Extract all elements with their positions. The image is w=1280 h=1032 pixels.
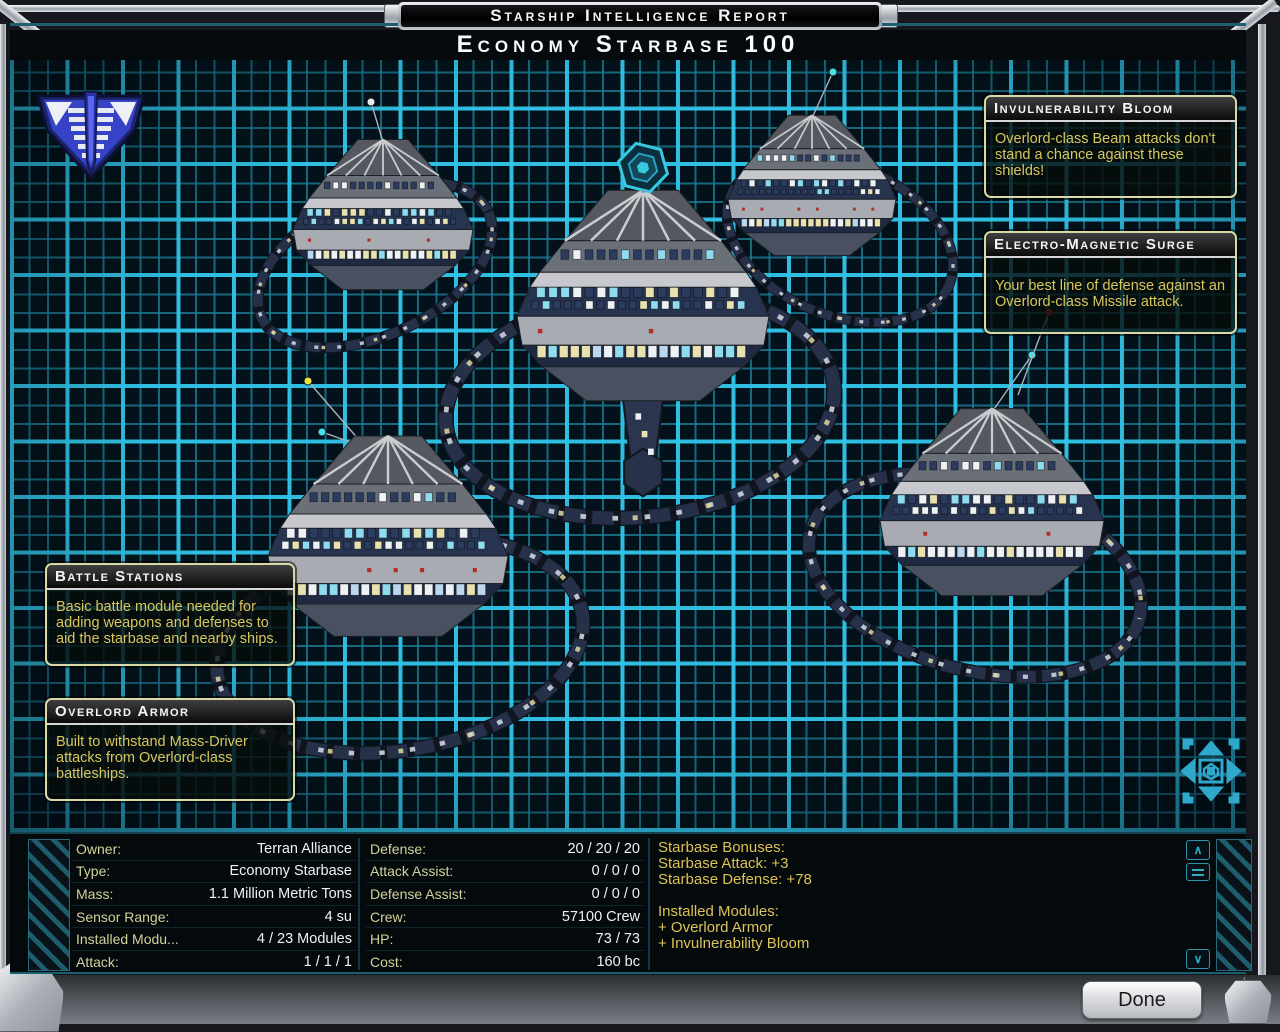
stat-label: Attack:: [76, 954, 119, 970]
stat-row: Type: Economy Starbase: [72, 861, 356, 884]
stat-row: Defense: 20 / 20 / 20: [366, 838, 644, 861]
scroll-down-icon[interactable]: ∨: [1186, 949, 1210, 969]
tooltip-title: Invulnerability Bloom: [994, 100, 1174, 117]
tooltip-title: Electro-Magnetic Surge: [994, 236, 1195, 253]
starbase-compass-icon[interactable]: [1173, 733, 1249, 809]
tooltip-overlord-armor: Overlord Armor Built to withstand Mass-D…: [45, 698, 295, 801]
stats-column-combat: Defense: 20 / 20 / 20 Attack Assist: 0 / 0 …: [366, 838, 644, 973]
stat-row: Cost: 160 bc: [366, 951, 644, 973]
footer-right-knob: [1224, 980, 1272, 1024]
stat-label: Installed Modu...: [76, 931, 179, 947]
stat-row: Sensor Range: 4 su: [72, 906, 356, 929]
tooltip-electro-magnetic-surge: Electro-Magnetic Surge Your best line of…: [984, 231, 1237, 334]
left-chrome-pipe: [0, 24, 6, 990]
stat-value: 1.1 Million Metric Tons: [209, 886, 352, 902]
bonus-line: [658, 888, 1178, 904]
right-chrome-pipe: [1258, 24, 1266, 990]
stat-label: Cost:: [370, 954, 403, 970]
scroll-up-icon[interactable]: ∧: [1186, 840, 1210, 860]
bonus-line: Starbase Defense: +78: [658, 872, 1178, 888]
bonus-line: Starbase Attack: +3: [658, 856, 1178, 872]
stat-value: 0 / 0 / 0: [592, 863, 640, 879]
stat-row: Attack Assist: 0 / 0 / 0: [366, 861, 644, 884]
terran-alliance-shield-icon: [32, 82, 150, 186]
stat-value: 57100 Crew: [562, 909, 640, 925]
stat-label: Type:: [76, 863, 110, 879]
stats-column-general: Owner: Terran Alliance Type: Economy Starba…: [72, 838, 356, 973]
stat-row: Owner: Terran Alliance: [72, 838, 356, 861]
stat-row: Installed Modu... 4 / 23 Modules: [72, 928, 356, 951]
stat-label: Crew:: [370, 909, 407, 925]
bonus-line: Starbase Bonuses:: [658, 840, 1178, 856]
stat-row: Attack: 1 / 1 / 1: [72, 951, 356, 973]
subject-title: Economy Starbase 100: [457, 31, 800, 59]
stat-value: 1 / 1 / 1: [304, 954, 352, 970]
tooltip-body: Basic battle module needed for adding we…: [47, 590, 293, 654]
right-hatch-decoration: [1216, 839, 1252, 971]
tooltip-body: Your best line of defense against an Ove…: [986, 258, 1235, 316]
column-divider: [358, 838, 360, 970]
stat-value: 160 bc: [596, 954, 640, 970]
stats-column-bonuses: Starbase Bonuses:Starbase Attack: +3Star…: [658, 840, 1178, 952]
tooltip-invulnerability-bloom: Invulnerability Bloom Overlord-class Bea…: [984, 95, 1237, 198]
stat-label: HP:: [370, 931, 393, 947]
stat-label: Defense Assist:: [370, 886, 467, 902]
stat-value: Economy Starbase: [229, 863, 352, 879]
stat-label: Mass:: [76, 886, 113, 902]
starbase-stats-panel: Owner: Terran Alliance Type: Economy Starba…: [10, 832, 1246, 974]
subject-title-band: Economy Starbase 100: [10, 30, 1246, 60]
stat-label: Defense:: [370, 841, 426, 857]
stat-row: Crew: 57100 Crew: [366, 906, 644, 929]
bonus-line: + Invulnerability Bloom: [658, 936, 1178, 952]
stat-value: 0 / 0 / 0: [592, 886, 640, 902]
scroll-thumb[interactable]: [1186, 863, 1210, 881]
stat-row: HP: 73 / 73: [366, 928, 644, 951]
stat-label: Sensor Range:: [76, 909, 169, 925]
starbase-model: [786, 308, 1164, 711]
tooltip-title: Battle Stations: [55, 568, 184, 585]
report-title-plate: Starship Intelligence Report: [398, 2, 882, 30]
tooltip-body: Built to withstand Mass-Driver attacks f…: [47, 725, 293, 789]
footer-bar: Done: [0, 975, 1280, 1024]
stat-value: 4 / 23 Modules: [257, 931, 352, 947]
bonus-line: Installed Modules:: [658, 904, 1178, 920]
stat-label: Owner:: [76, 841, 121, 857]
done-button[interactable]: Done: [1082, 981, 1202, 1019]
stat-value: 20 / 20 / 20: [567, 841, 640, 857]
stat-row: Defense Assist: 0 / 0 / 0: [366, 883, 644, 906]
bonus-line: + Overlord Armor: [658, 920, 1178, 936]
column-divider: [648, 838, 650, 970]
stat-value: Terran Alliance: [257, 841, 352, 857]
stat-value: 4 su: [325, 909, 352, 925]
left-hatch-decoration: [28, 839, 70, 971]
tooltip-title: Overlord Armor: [55, 703, 190, 720]
starbase-model: [232, 98, 518, 381]
report-title: Starship Intelligence Report: [490, 6, 790, 26]
tooltip-body: Overlord-class Beam attacks don't stand …: [986, 122, 1235, 186]
stat-value: 73 / 73: [596, 931, 640, 947]
stat-row: Mass: 1.1 Million Metric Tons: [72, 883, 356, 906]
stat-label: Attack Assist:: [370, 863, 453, 879]
tooltip-battle-stations: Battle Stations Basic battle module need…: [45, 563, 295, 666]
